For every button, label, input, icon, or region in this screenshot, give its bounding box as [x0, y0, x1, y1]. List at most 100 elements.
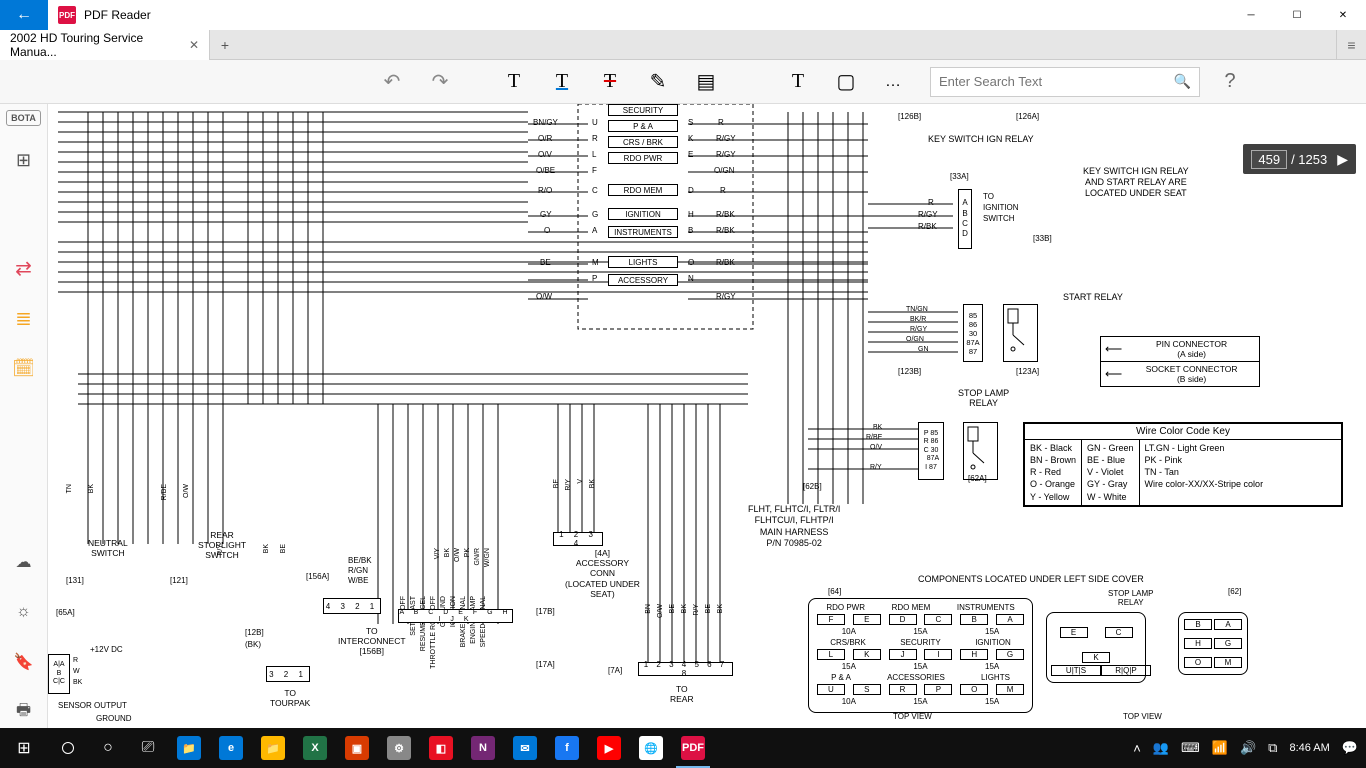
conn-17b: [17B] [536, 607, 555, 616]
minimize-button[interactable]: ─ [1228, 0, 1274, 30]
fuseblock-64: RDO PWRRDO MEMINSTRUMENTS FEDCBA 10A15A1… [808, 598, 1033, 713]
notifications-icon[interactable]: 💬 [1342, 740, 1358, 756]
underline-button[interactable]: T [550, 70, 574, 94]
conn-123b: [123B] [898, 367, 921, 376]
search-box[interactable]: 🔍 [930, 67, 1200, 97]
wire-label: R [720, 186, 726, 195]
tray-lang-icon[interactable]: ⧉ [1268, 740, 1277, 756]
taskbar-app-icon[interactable]: PDF [672, 728, 714, 768]
rl-pins: 1 2 3 4 5 6 7 8 [638, 662, 733, 676]
taskbar-app-icon[interactable]: ▣ [336, 728, 378, 768]
conn-64: [64] [828, 587, 841, 596]
clock[interactable]: 8:46 AM [1289, 742, 1329, 754]
rl-wire: BE [669, 604, 676, 613]
tray-teams-icon[interactable]: 👥 [1153, 740, 1169, 756]
current-page[interactable]: 459 [1251, 150, 1287, 169]
toolbar: ↶ ↷ T T T ✎ ▤ T ▢ … 🔍 ? [0, 60, 1366, 104]
taskbar-app-icon[interactable]: 🌐 [630, 728, 672, 768]
main-area: BOTA ⊞ ⇄ ≣ 🗓 ☁ ☼ 🔖 🖶 459 / 1253 ▶ [0, 104, 1366, 728]
wire-label: R/O [538, 186, 552, 195]
start-button[interactable]: ⊞ [0, 728, 48, 768]
taskbar-app-icon[interactable]: ◧ [420, 728, 462, 768]
more-button[interactable]: … [882, 70, 906, 94]
total-pages: 1253 [1298, 152, 1327, 167]
cortana-button[interactable]: ○ [88, 728, 128, 768]
schedule-icon[interactable]: 🗓 [8, 352, 40, 384]
start-relay-title: START RELAY [1063, 292, 1123, 302]
vlabel2: BK [444, 548, 451, 557]
key-switch-relay-label: KEY SWITCH IGN RELAY [928, 134, 1034, 144]
system-tray: ˄ 👥 ⌨ 📶 🔊 ⧉ 8:46 AM 💬 [1133, 740, 1366, 756]
acc-wire: R/Y [565, 479, 572, 491]
vlabel2: O/W [454, 548, 461, 562]
page-indicator[interactable]: 459 / 1253 ▶ [1243, 144, 1356, 174]
interconnect-label: TOINTERCONNECT[156B] [338, 626, 406, 657]
tab-document[interactable]: 2002 HD Touring Service Manua... ✕ [0, 30, 210, 60]
wire-label: BE [540, 258, 551, 267]
sensor-ground: GROUND [96, 714, 132, 723]
task-view-button[interactable]: ⎚ [128, 728, 168, 768]
slr-wire: BK [873, 424, 882, 431]
print-button[interactable]: 🖶 [8, 696, 40, 728]
taskbar-app-icon[interactable]: f [546, 728, 588, 768]
sr-wire: TN/GN [906, 306, 928, 313]
stop-lamp-title: STOP LAMPRELAY [958, 388, 1009, 408]
pin-label: L [592, 150, 596, 159]
acc-wire: BK [589, 479, 596, 488]
note-button[interactable]: ▤ [694, 70, 718, 94]
tray-touch-icon[interactable]: ⌨ [1181, 740, 1200, 756]
taskbar-app-icon[interactable]: ▶ [588, 728, 630, 768]
vlabel: THROTTLE ROLL OFF [430, 596, 437, 669]
new-tab-button[interactable]: + [210, 30, 240, 60]
text-button[interactable]: T [786, 70, 810, 94]
slr-wire: O/V [870, 444, 882, 451]
form-button[interactable]: ▢ [834, 70, 858, 94]
sr-wire: GN [918, 346, 929, 353]
tab-close-button[interactable]: ✕ [189, 38, 199, 52]
bookmark-button[interactable]: 🔖 [8, 646, 40, 678]
taskbar-app-icon[interactable]: ✉ [504, 728, 546, 768]
tab-settings-button[interactable]: ≡ [1336, 30, 1366, 60]
bota-button[interactable]: BOTA [6, 110, 41, 126]
cloud-button[interactable]: ☁ [8, 546, 40, 578]
slr-wire: R/BE [866, 434, 882, 441]
ic-side-wire: BK [263, 544, 270, 553]
swap-icon[interactable]: ⇄ [8, 252, 40, 284]
highlight-button[interactable]: T [502, 70, 526, 94]
taskbar-search[interactable] [48, 728, 88, 768]
back-button[interactable]: ← [0, 0, 48, 30]
pin-label: U [592, 118, 598, 127]
fuse-accessory: ACCESSORY [608, 274, 678, 286]
wire-label: R/GY [716, 292, 736, 301]
neutral-switch-label: NEUTRALSWITCH [88, 538, 128, 558]
redo-button[interactable]: ↷ [428, 70, 452, 94]
tray-wifi-icon[interactable]: 📶 [1212, 740, 1228, 756]
left-rail: BOTA ⊞ ⇄ ≣ 🗓 ☁ ☼ 🔖 🖶 [0, 104, 48, 728]
start-relay-pins: 8586 3087A 87 [963, 304, 983, 362]
undo-button[interactable]: ↶ [380, 70, 404, 94]
app-title: PDF Reader [84, 8, 151, 22]
taskbar-app-icon[interactable]: 📁 [168, 728, 210, 768]
tray-up-icon[interactable]: ˄ [1133, 741, 1141, 756]
rl-wire: BK [681, 604, 688, 613]
draw-button[interactable]: ✎ [646, 70, 670, 94]
taskbar-app-icon[interactable]: N [462, 728, 504, 768]
page-content[interactable]: 459 / 1253 ▶ [48, 104, 1366, 728]
conn-123a: [123A] [1016, 367, 1039, 376]
taskbar-app-icon[interactable]: X [294, 728, 336, 768]
tray-volume-icon[interactable]: 🔊 [1240, 740, 1256, 756]
brightness-button[interactable]: ☼ [8, 596, 40, 628]
search-input[interactable] [939, 74, 1174, 89]
taskbar-app-icon[interactable]: ⚙ [378, 728, 420, 768]
taskbar-app-icon[interactable]: 📁 [252, 728, 294, 768]
maximize-button[interactable]: ☐ [1274, 0, 1320, 30]
strikethrough-button[interactable]: T [598, 70, 622, 94]
next-page-arrow[interactable]: ▶ [1337, 151, 1348, 168]
thumbnails-button[interactable]: ⊞ [8, 144, 40, 176]
stack-icon[interactable]: ≣ [8, 302, 40, 334]
help-button[interactable]: ? [1210, 67, 1250, 97]
close-button[interactable]: ✕ [1320, 0, 1366, 30]
sr-wire: R/GY [910, 326, 927, 333]
search-icon[interactable]: 🔍 [1174, 73, 1191, 90]
taskbar-app-icon[interactable]: e [210, 728, 252, 768]
